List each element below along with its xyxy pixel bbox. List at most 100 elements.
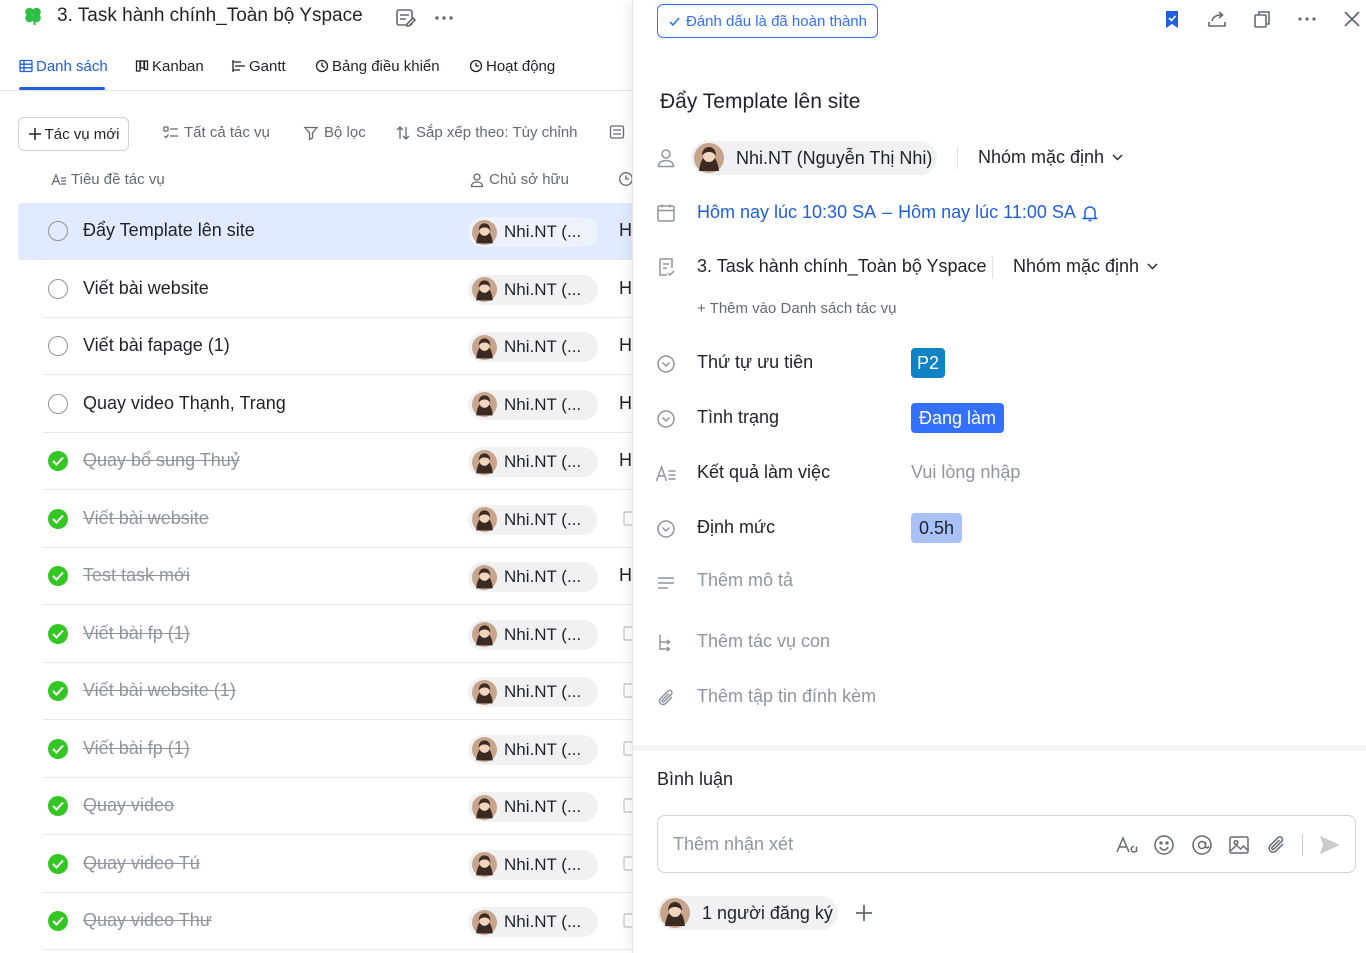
tab-list[interactable]: Danh sách (19, 56, 108, 76)
task-name[interactable]: Quay bổ sung Thuỷ (83, 450, 240, 471)
task-row[interactable]: Viết bài website Nhi.NT (... (18, 491, 632, 548)
task-name[interactable]: Đẩy Template lên site (83, 220, 255, 241)
task-list-name[interactable]: 3. Task hành chính_Toàn bộ Yspace (697, 256, 987, 277)
owner-pill[interactable]: Nhi.NT (... (468, 562, 598, 592)
calendar-icon[interactable] (623, 510, 632, 527)
task-row[interactable]: Quay video Tú Nhi.NT (... (18, 836, 632, 893)
sort-button[interactable]: Sắp xếp theo: Tùy chỉnh (395, 124, 578, 141)
task-row[interactable]: Quay video Nhi.NT (... (18, 778, 632, 835)
task-time-cell[interactable]: H (619, 565, 632, 586)
task-row[interactable]: Viết bài fp (1) Nhi.NT (... (18, 606, 632, 663)
edit-list-icon[interactable] (394, 6, 418, 30)
task-time-cell[interactable]: H (619, 220, 632, 241)
calendar-icon[interactable] (623, 625, 632, 642)
new-task-button[interactable]: Tác vụ mới (18, 117, 129, 151)
task-time-cell[interactable]: H (619, 335, 632, 356)
emoji-icon[interactable] (1152, 833, 1176, 857)
owner-pill[interactable]: Nhi.NT (... (468, 504, 598, 535)
quota-badge[interactable]: 0.5h (911, 513, 963, 543)
completed-check-icon[interactable] (48, 451, 68, 471)
mention-icon[interactable] (1190, 833, 1214, 857)
task-name[interactable]: Quay video Thư (83, 910, 212, 931)
task-time-cell[interactable]: H (619, 393, 632, 414)
task-name[interactable]: Viết bài website (83, 508, 209, 529)
comment-input[interactable]: Thêm nhận xét (657, 815, 1356, 873)
task-row[interactable]: Test task mới Nhi.NT (... H (18, 548, 632, 605)
mark-complete-button[interactable]: Đánh dấu là đã hoàn thành (657, 4, 878, 38)
owner-pill[interactable]: Nhi.NT (... (468, 734, 598, 765)
list-group-dropdown[interactable]: Nhóm mặc định (1013, 256, 1158, 277)
column-title[interactable]: Tiêu đề tác vụ (51, 171, 165, 188)
task-row[interactable]: Quay bổ sung Thuỷ Nhi.NT (... H (18, 433, 632, 490)
task-name[interactable]: Test task mới (83, 565, 190, 586)
calendar-icon[interactable] (623, 682, 632, 699)
completed-check-icon[interactable] (48, 681, 68, 701)
close-icon[interactable] (1341, 8, 1363, 30)
column-owner[interactable]: Chủ sở hữu (469, 171, 569, 188)
calendar-icon[interactable] (623, 797, 632, 814)
task-row[interactable]: Viết bài website Nhi.NT (... H (18, 261, 632, 318)
owner-pill[interactable]: Nhi.NT (... (468, 389, 598, 420)
completed-check-icon[interactable] (48, 738, 68, 759)
completed-check-icon[interactable] (48, 796, 68, 816)
add-subtask-button[interactable]: Thêm tác vụ con (697, 631, 830, 652)
send-icon[interactable] (1318, 833, 1342, 857)
task-row[interactable]: Quay video Thạnh, Trang Nhi.NT (... H (18, 376, 632, 433)
assignee-group-dropdown[interactable]: Nhóm mặc định (978, 147, 1123, 168)
text-format-icon[interactable] (1115, 833, 1139, 857)
calendar-icon[interactable] (623, 855, 632, 872)
subscribers-pill[interactable]: 1 người đăng ký (657, 896, 838, 930)
open-window-icon[interactable] (1251, 8, 1273, 30)
calendar-icon[interactable] (623, 912, 632, 929)
bookmark-icon[interactable] (1161, 8, 1183, 30)
complete-checkbox[interactable] (48, 336, 68, 356)
tab-gantt[interactable]: Gantt (232, 56, 286, 76)
owner-pill[interactable]: Nhi.NT (... (468, 907, 598, 937)
attachment-icon[interactable] (1264, 833, 1288, 857)
complete-checkbox[interactable] (48, 278, 68, 299)
more-icon[interactable] (1296, 8, 1318, 30)
assignee-pill[interactable]: Nhi.NT (Nguyễn Thị Nhi) (691, 141, 937, 175)
status-badge[interactable]: Đang làm (911, 403, 1005, 433)
add-attachment-button[interactable]: Thêm tập tin đính kèm (697, 686, 876, 707)
task-name[interactable]: Viết bài fp (1) (83, 738, 190, 759)
task-name[interactable]: Quay video Thạnh, Trang (83, 393, 286, 414)
task-name[interactable]: Viết bài fapage (1) (83, 335, 230, 356)
completed-check-icon[interactable] (48, 623, 68, 644)
owner-pill[interactable]: Nhi.NT (... (468, 332, 598, 362)
tab-dashboard[interactable]: Bảng điều khiển (315, 56, 440, 76)
task-detail-title[interactable]: Đẩy Template lên site (660, 90, 860, 114)
owner-pill[interactable]: Nhi.NT (... (468, 849, 598, 880)
owner-pill[interactable]: Nhi.NT (... (468, 619, 598, 650)
task-name[interactable]: Quay video (83, 795, 174, 816)
view-settings-button[interactable] (609, 124, 625, 140)
complete-checkbox[interactable] (48, 393, 68, 414)
owner-pill[interactable]: Nhi.NT (... (468, 274, 598, 305)
completed-check-icon[interactable] (48, 566, 68, 586)
task-time-cell[interactable]: H (619, 278, 632, 299)
task-row[interactable]: Viết bài fp (1) Nhi.NT (... (18, 721, 632, 778)
tab-activity[interactable]: Hoạt động (469, 56, 555, 76)
bell-icon[interactable] (1081, 204, 1098, 222)
priority-badge[interactable]: P2 (911, 348, 945, 378)
image-icon[interactable] (1227, 833, 1251, 857)
owner-pill[interactable]: Nhi.NT (... (468, 217, 598, 247)
owner-pill[interactable]: Nhi.NT (... (468, 447, 598, 477)
column-time[interactable] (618, 171, 632, 187)
filter-button[interactable]: Bộ lọc (303, 124, 366, 141)
task-name[interactable]: Viết bài website (1) (83, 680, 236, 701)
task-name[interactable]: Quay video Tú (83, 853, 200, 874)
task-row[interactable]: Đẩy Template lên site Nhi.NT (... H (18, 203, 632, 260)
task-name[interactable]: Viết bài website (83, 278, 209, 299)
complete-checkbox[interactable] (48, 221, 68, 241)
completed-check-icon[interactable] (48, 508, 68, 529)
owner-pill[interactable]: Nhi.NT (... (468, 792, 598, 822)
due-time[interactable]: Hôm nay lúc 10:30 SA – Hôm nay lúc 11:00… (697, 202, 1098, 223)
result-input[interactable]: Vui lòng nhập (911, 462, 1020, 483)
calendar-icon[interactable] (623, 740, 632, 757)
add-subscriber-icon[interactable] (852, 901, 876, 925)
add-description-button[interactable]: Thêm mô tả (697, 570, 793, 591)
task-row[interactable]: Viết bài fapage (1) Nhi.NT (... H (18, 318, 632, 375)
task-name[interactable]: Viết bài fp (1) (83, 623, 190, 644)
completed-check-icon[interactable] (48, 911, 68, 931)
